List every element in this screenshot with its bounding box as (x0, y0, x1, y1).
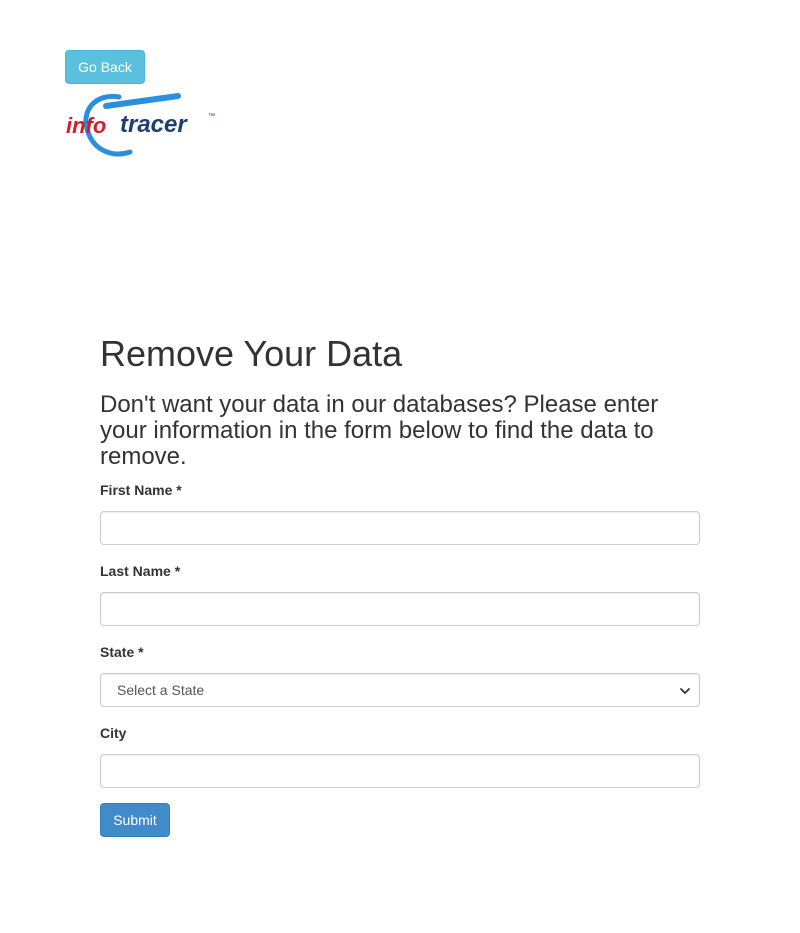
logo-info-text: info (66, 113, 106, 138)
state-select[interactable]: Select a State (100, 673, 700, 707)
first-name-input[interactable] (100, 511, 700, 545)
page-intro: Don't want your data in our databases? P… (100, 391, 659, 470)
remove-data-form-container: Remove Your Data Don't want your data in… (100, 330, 700, 837)
first-name-label: First Name * (100, 482, 182, 498)
go-back-button[interactable]: Go Back (65, 50, 145, 84)
logo-tracer-text: tracer (120, 111, 188, 138)
submit-button[interactable]: Submit (100, 803, 170, 837)
last-name-input[interactable] (100, 592, 700, 626)
chevron-down-icon (679, 684, 691, 696)
infotracer-logo: info tracer ™ (64, 92, 224, 158)
city-input[interactable] (100, 754, 700, 788)
city-group: City (100, 723, 700, 788)
logo-trademark: ™ (208, 113, 215, 120)
first-name-group: First Name * (100, 480, 700, 545)
state-select-value: Select a State (117, 682, 205, 698)
city-label: City (100, 725, 127, 741)
last-name-label: Last Name * (100, 563, 181, 579)
page-title: Remove Your Data (100, 333, 403, 374)
last-name-group: Last Name * (100, 561, 700, 626)
state-group: State * Select a State (100, 642, 700, 707)
state-label: State * (100, 644, 144, 660)
